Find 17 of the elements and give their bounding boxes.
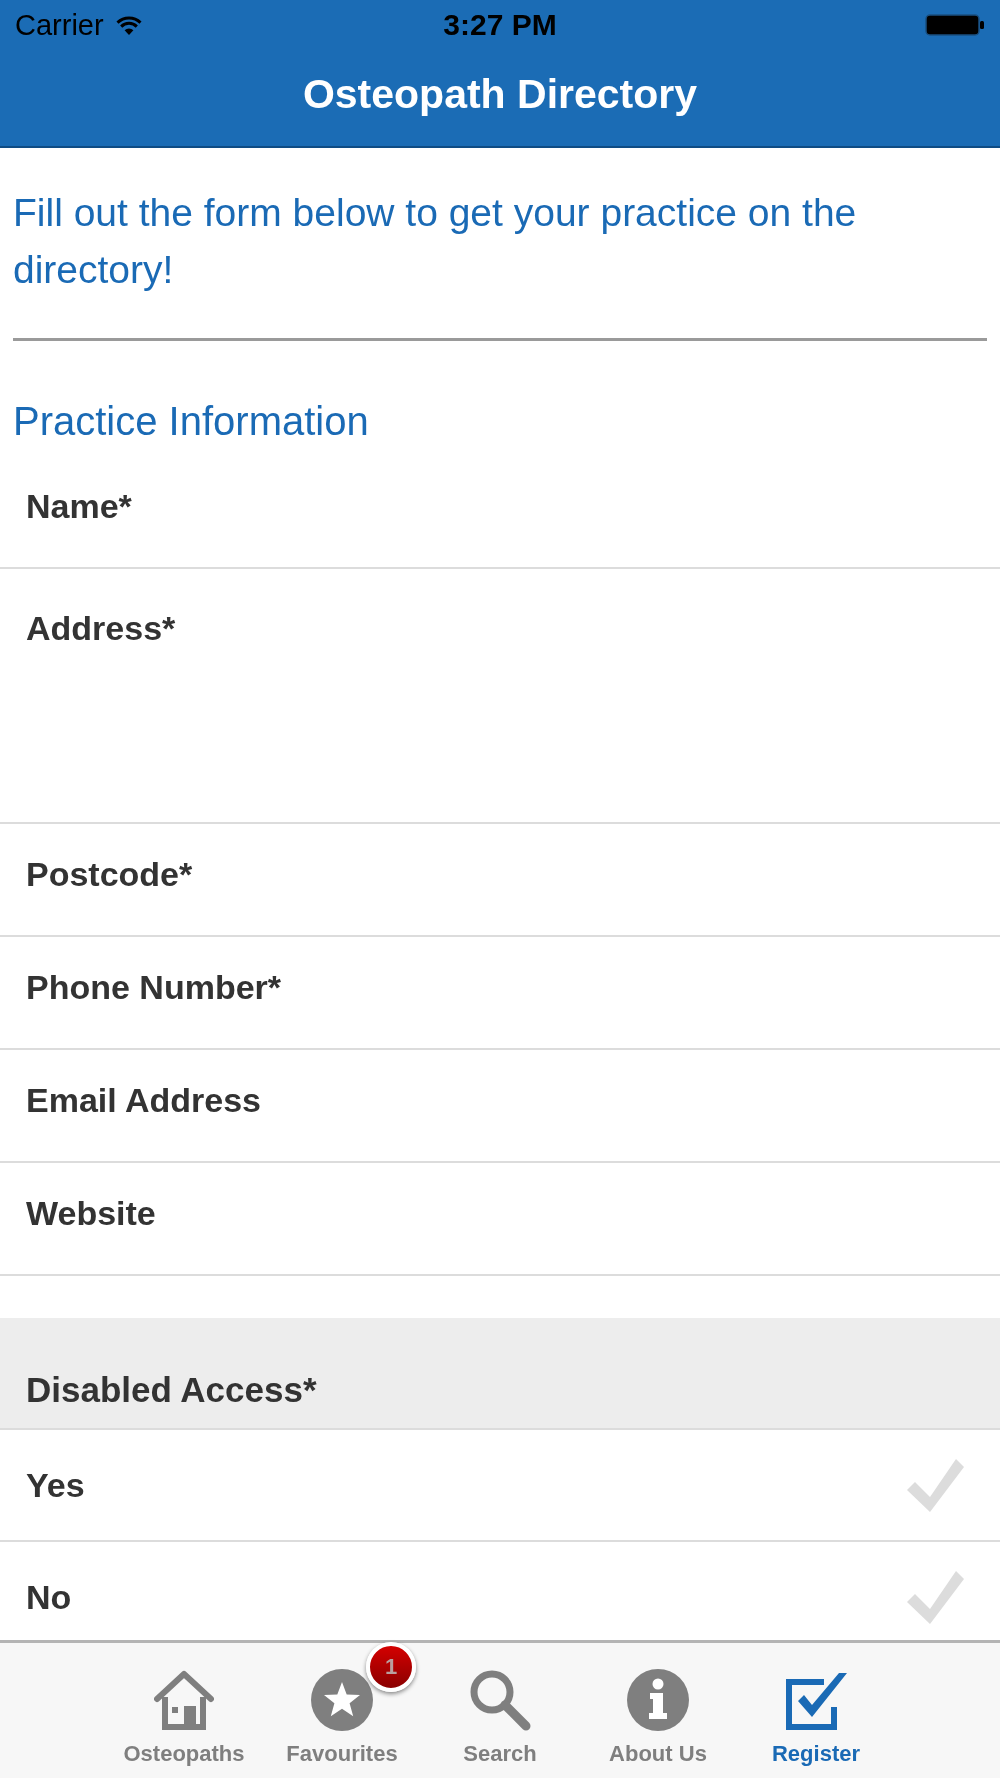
screen-title: Osteopath Directory (302, 73, 698, 115)
house-icon (154, 1670, 214, 1730)
tab-button[interactable]: About Us (579, 1643, 737, 1778)
group-heading: Disabled Access* (26, 1370, 317, 1410)
intro-text: Fill out the form below to get your practice on the directory! (12, 190, 858, 293)
carrier-name: Carrier (15, 10, 104, 40)
info-icon (627, 1669, 689, 1731)
clock-time: 3:27 PM (443, 10, 557, 40)
battery-icon (925, 14, 985, 36)
wifi-icon (115, 15, 142, 35)
tab-button[interactable]: Register (737, 1643, 895, 1778)
count-badge: 1 (366, 1642, 416, 1692)
tab-button[interactable]: Search (421, 1643, 579, 1778)
section-title: Practice Information (12, 398, 370, 445)
search-icon (469, 1669, 531, 1731)
tab-button[interactable]: Osteopaths (105, 1643, 263, 1778)
tab-button[interactable]: Favourites 1 (263, 1643, 421, 1778)
